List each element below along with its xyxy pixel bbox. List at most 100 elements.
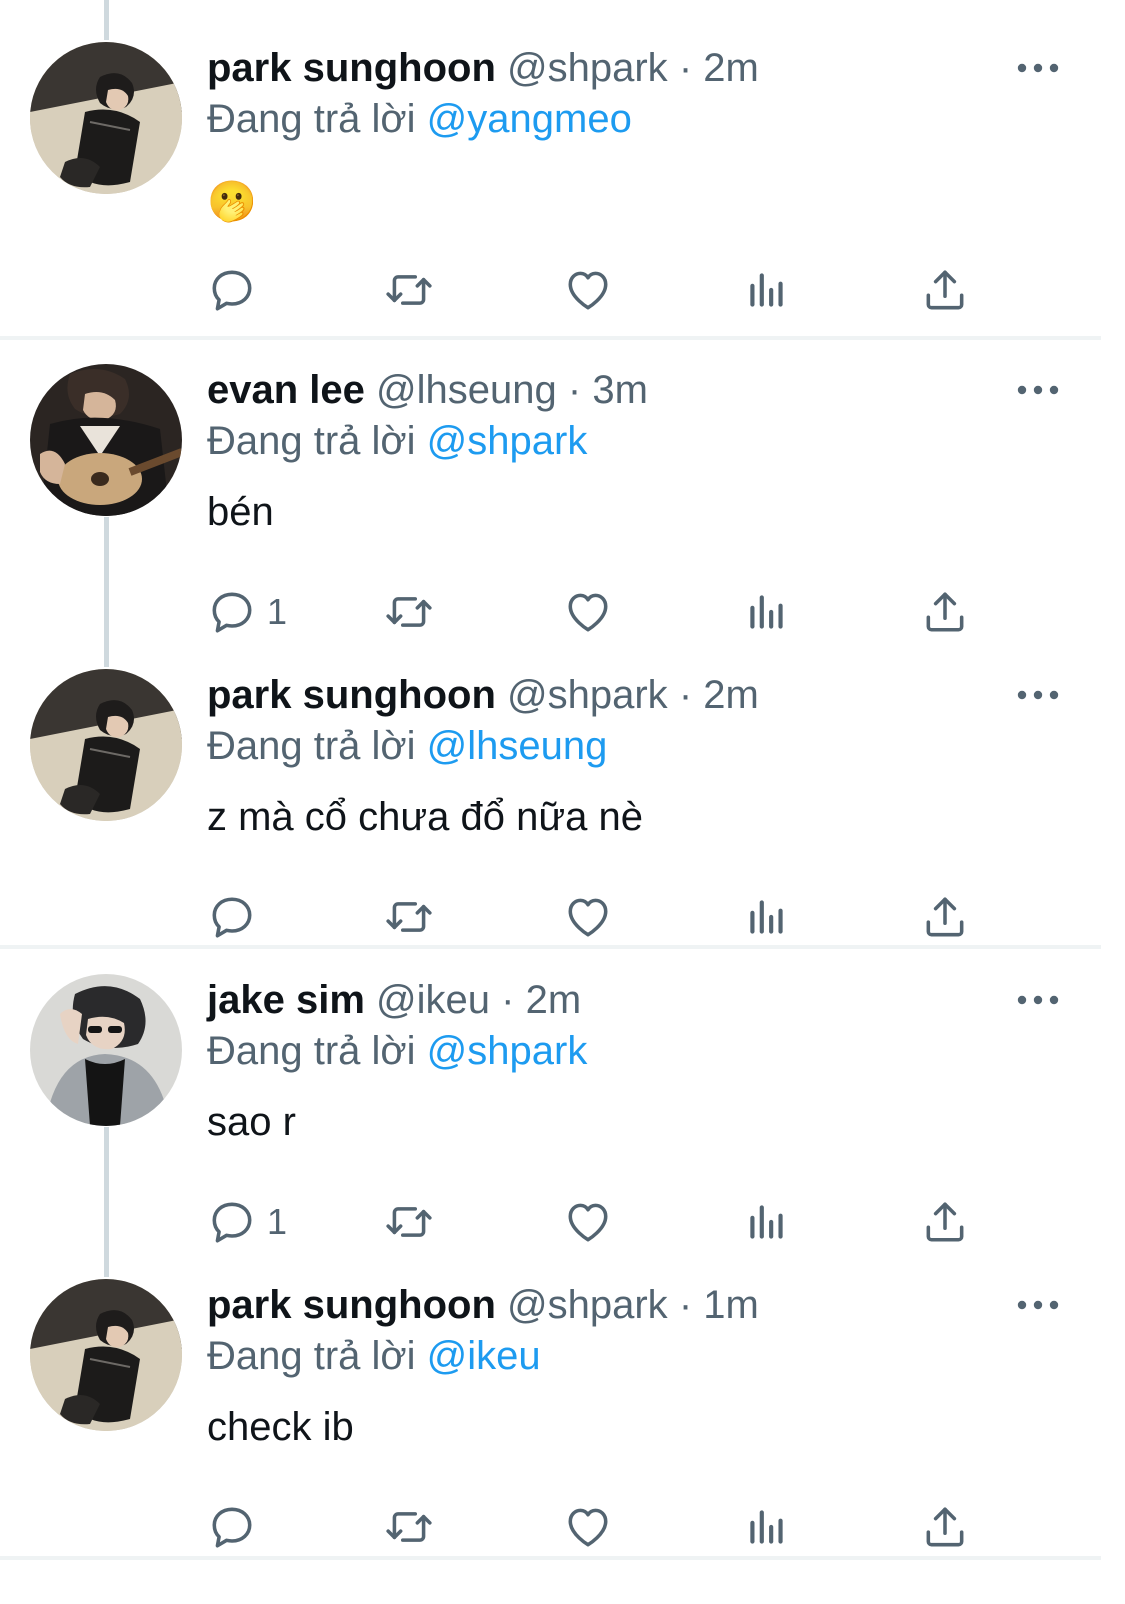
share-icon: [920, 265, 970, 315]
user-handle[interactable]: @shpark: [507, 1283, 668, 1327]
dot-separator: ·: [567, 368, 582, 412]
display-name[interactable]: park sunghoon: [207, 46, 496, 90]
user-handle[interactable]: @shpark: [507, 673, 668, 717]
dot-separator: ·: [678, 1283, 693, 1327]
views-button[interactable]: [742, 1497, 792, 1557]
tweet-actions: [0, 887, 1125, 947]
views-button[interactable]: [742, 260, 792, 320]
tweet-text: sao r: [207, 1100, 296, 1144]
mention-link[interactable]: @ikeu: [427, 1334, 541, 1378]
tweet-header: park sunghoon @shpark · 2m: [207, 44, 759, 92]
more-options-icon[interactable]: [1016, 685, 1060, 705]
share-icon: [920, 1502, 970, 1552]
retweet-button[interactable]: [384, 260, 434, 320]
tweet-actions: 1: [0, 1192, 1125, 1252]
like-icon: [563, 265, 613, 315]
replying-prefix: Đang trả lời: [207, 97, 416, 141]
reply-button[interactable]: 1: [207, 1192, 287, 1252]
dot-separator: ·: [678, 673, 693, 717]
more-options-icon[interactable]: [1016, 990, 1060, 1010]
share-button[interactable]: [920, 260, 970, 320]
views-button[interactable]: [742, 582, 792, 642]
like-icon: [563, 587, 613, 637]
views-icon: [742, 1502, 792, 1552]
reply-icon: [207, 892, 257, 942]
tweet-actions: [0, 1497, 1125, 1557]
display-name[interactable]: evan lee: [207, 368, 365, 412]
tweet-divider: [0, 336, 1101, 340]
retweet-button[interactable]: [384, 1497, 434, 1557]
share-icon: [920, 587, 970, 637]
replying-to: Đang trả lời @lhseung: [207, 722, 607, 770]
tweet[interactable]: park sunghoon @shpark · 2m Đang trả lời …: [0, 669, 1125, 929]
retweet-icon: [384, 892, 434, 942]
views-button[interactable]: [742, 887, 792, 947]
timestamp[interactable]: 2m: [703, 46, 759, 90]
retweet-icon: [384, 265, 434, 315]
tweet-actions: [0, 260, 1125, 320]
tweet-divider: [0, 945, 1101, 949]
replying-to: Đang trả lời @yangmeo: [207, 95, 632, 143]
tweet[interactable]: evan lee @lhseung · 3m Đang trả lời @shp…: [0, 364, 1125, 624]
dot-separator: ·: [501, 978, 515, 1022]
retweet-icon: [384, 587, 434, 637]
replying-to: Đang trả lời @ikeu: [207, 1332, 541, 1380]
timestamp[interactable]: 2m: [703, 673, 759, 717]
like-button[interactable]: [563, 887, 613, 947]
person-on-couch-avatar[interactable]: [30, 669, 182, 821]
more-options-icon[interactable]: [1016, 1295, 1060, 1315]
tweet-header: evan lee @lhseung · 3m: [207, 366, 648, 414]
share-icon: [920, 1197, 970, 1247]
replying-prefix: Đang trả lời: [207, 1029, 416, 1073]
person-with-guitar-avatar[interactable]: [30, 364, 182, 516]
share-button[interactable]: [920, 582, 970, 642]
mention-link[interactable]: @shpark: [427, 419, 588, 463]
reply-count: 1: [267, 1201, 288, 1242]
display-name[interactable]: park sunghoon: [207, 673, 496, 717]
replying-to: Đang trả lời @shpark: [207, 417, 587, 465]
timestamp[interactable]: 1m: [703, 1283, 759, 1327]
timestamp[interactable]: 2m: [526, 978, 582, 1022]
person-on-couch-avatar[interactable]: [30, 42, 182, 194]
views-button[interactable]: [742, 1192, 792, 1252]
share-button[interactable]: [920, 1192, 970, 1252]
like-button[interactable]: [563, 260, 613, 320]
user-handle[interactable]: @lhseung: [376, 368, 557, 412]
reply-icon: [207, 1197, 257, 1247]
mention-link[interactable]: @shpark: [427, 1029, 588, 1073]
person-with-sunglasses-avatar[interactable]: [30, 974, 182, 1126]
more-options-icon[interactable]: [1016, 380, 1060, 400]
mention-link[interactable]: @lhseung: [427, 724, 608, 768]
reply-button[interactable]: 1: [207, 582, 287, 642]
timestamp[interactable]: 3m: [592, 368, 648, 412]
tweet-header: jake sim @ikeu · 2m: [207, 976, 581, 1024]
retweet-button[interactable]: [384, 887, 434, 947]
display-name[interactable]: park sunghoon: [207, 1283, 496, 1327]
reply-count: 1: [267, 591, 288, 632]
replying-prefix: Đang trả lời: [207, 419, 416, 463]
tweet[interactable]: jake sim @ikeu · 2m Đang trả lời @shpark…: [0, 974, 1125, 1234]
mention-link[interactable]: @yangmeo: [427, 97, 632, 141]
reply-button[interactable]: [207, 887, 257, 947]
tweet-header: park sunghoon @shpark · 1m: [207, 1281, 759, 1329]
like-button[interactable]: [563, 582, 613, 642]
share-button[interactable]: [920, 1497, 970, 1557]
share-button[interactable]: [920, 887, 970, 947]
reply-button[interactable]: [207, 260, 257, 320]
tweet-text: z mà cổ chưa đổ nữa nè: [207, 795, 644, 839]
person-on-couch-avatar[interactable]: [30, 1279, 182, 1431]
user-handle[interactable]: @ikeu: [376, 978, 490, 1022]
like-button[interactable]: [563, 1497, 613, 1557]
like-button[interactable]: [563, 1192, 613, 1252]
retweet-button[interactable]: [384, 582, 434, 642]
retweet-button[interactable]: [384, 1192, 434, 1252]
user-handle[interactable]: @shpark: [507, 46, 668, 90]
replying-prefix: Đang trả lời: [207, 724, 416, 768]
tweet-divider: [0, 1556, 1101, 1560]
display-name[interactable]: jake sim: [207, 978, 365, 1022]
views-icon: [742, 587, 792, 637]
tweet[interactable]: park sunghoon @shpark · 2m Đang trả lời …: [0, 42, 1125, 302]
tweet[interactable]: park sunghoon @shpark · 1m Đang trả lời …: [0, 1279, 1125, 1539]
reply-button[interactable]: [207, 1497, 257, 1557]
more-options-icon[interactable]: [1016, 58, 1060, 78]
